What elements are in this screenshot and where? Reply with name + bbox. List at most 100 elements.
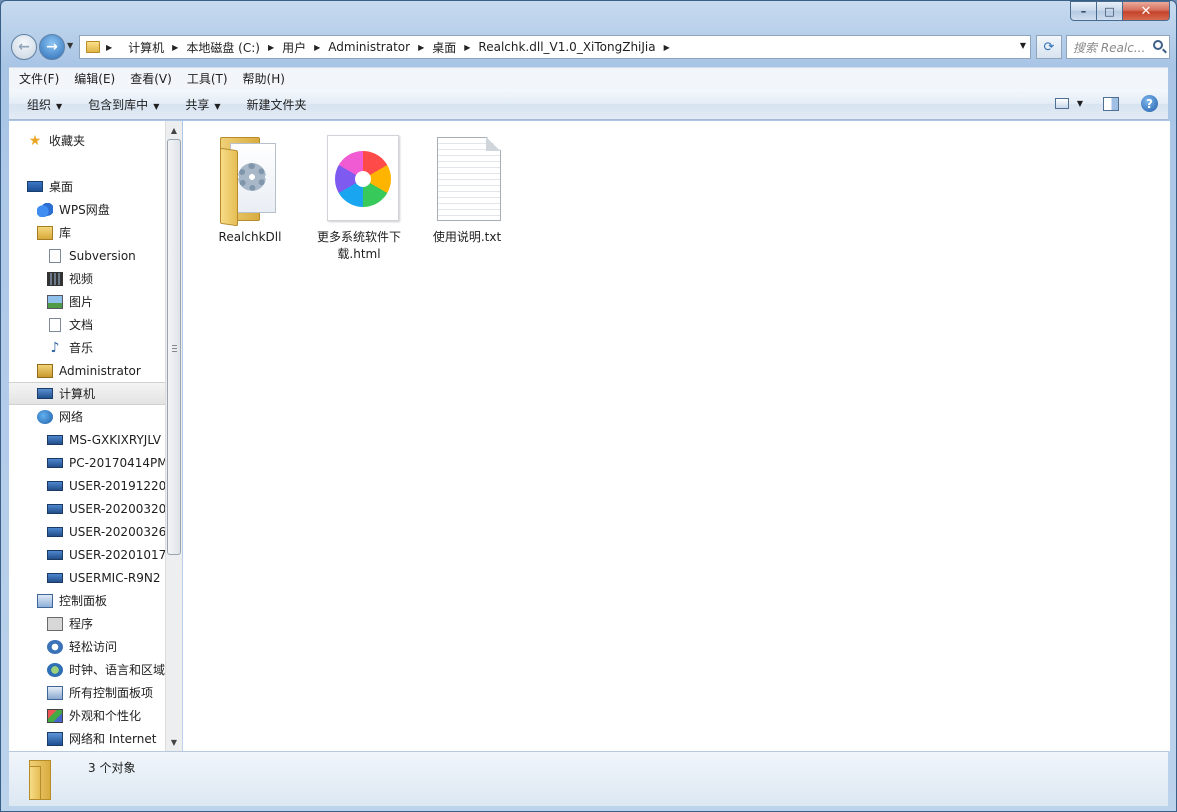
nav-wps-drive[interactable]: WPS网盘: [37, 198, 110, 221]
nav-scrollbar[interactable]: ▲ ▼: [165, 121, 182, 751]
dropdown-arrow-icon: ▼: [214, 101, 221, 111]
toolbar-right-controls: ▼ ?: [1054, 95, 1158, 112]
file-name: RealchkDll: [218, 230, 282, 244]
computer-icon: [47, 434, 63, 445]
nav-network[interactable]: 网络: [37, 405, 83, 428]
nav-label: 控制面板: [59, 594, 108, 608]
scroll-up-arrow-icon[interactable]: ▲: [166, 122, 182, 138]
nav-network-internet[interactable]: 网络和 Internet: [47, 727, 156, 750]
nav-video[interactable]: 视频: [47, 267, 93, 290]
help-icon[interactable]: ?: [1141, 95, 1158, 112]
minimize-button[interactable]: –: [1070, 1, 1097, 21]
star-icon: ★: [28, 132, 42, 149]
scrollbar-thumb[interactable]: [167, 139, 181, 555]
computer-icon: [47, 526, 63, 537]
breadcrumb-users[interactable]: ▶ 用户: [268, 39, 306, 56]
control-panel-items-icon: [47, 685, 63, 700]
folder-icon: [27, 760, 61, 800]
menu-view[interactable]: 查看(V): [130, 70, 172, 87]
computer-icon: [47, 480, 63, 491]
breadcrumb-label: Administrator: [328, 40, 411, 54]
nav-favorites[interactable]: ★ 收藏夹: [27, 129, 85, 152]
breadcrumb-administrator[interactable]: ▶ Administrator: [314, 40, 410, 54]
share-button[interactable]: 共享 ▼: [185, 96, 220, 113]
scroll-down-arrow-icon[interactable]: ▼: [166, 734, 182, 750]
recent-pages-dropdown[interactable]: ▼: [67, 41, 73, 50]
chevron-right-icon: ▶: [314, 42, 321, 52]
breadcrumb-label: Realchk.dll_V1.0_XiTongZhiJia: [478, 40, 656, 54]
nav-network-pc[interactable]: MS-GXKIXRYJLV: [47, 428, 161, 451]
preview-pane-icon[interactable]: [1103, 96, 1119, 111]
folder-front-shape: [29, 766, 41, 800]
document-icon: [49, 317, 61, 332]
search-input[interactable]: 搜索 Realc...: [1066, 35, 1170, 59]
nav-appearance[interactable]: 外观和个性化: [47, 704, 141, 727]
nav-network-pc[interactable]: USER-20200320: [47, 497, 165, 520]
maximize-button[interactable]: □: [1097, 1, 1123, 21]
refresh-button[interactable]: ⟳: [1036, 35, 1062, 59]
breadcrumb-current-folder[interactable]: ▶ Realchk.dll_V1.0_XiTongZhiJia: [464, 40, 655, 54]
nav-programs[interactable]: 程序: [47, 612, 93, 635]
nav-network-pc[interactable]: PC-20170414PM: [47, 451, 165, 474]
network-internet-icon: [47, 731, 63, 746]
chevron-right-icon: ▶: [663, 42, 670, 52]
nav-documents[interactable]: 文档: [47, 313, 93, 336]
nav-label: USER-20191220I: [69, 478, 165, 493]
breadcrumb-desktop[interactable]: ▶ 桌面: [418, 39, 456, 56]
file-name: 使用说明.txt: [432, 230, 502, 244]
breadcrumb-root-arrow[interactable]: ▶: [106, 43, 120, 52]
include-in-library-button[interactable]: 包含到库中 ▼: [88, 96, 159, 113]
nav-label: Subversion: [69, 248, 136, 263]
nav-network-pc[interactable]: USERMIC-R9N2: [47, 566, 161, 589]
nav-control-panel[interactable]: 控制面板: [37, 589, 107, 612]
computer-icon: [47, 503, 63, 514]
organize-button[interactable]: 组织 ▼: [27, 96, 62, 113]
nav-music[interactable]: ♪ 音乐: [47, 336, 93, 359]
nav-administrator[interactable]: Administrator: [37, 359, 141, 382]
nav-subversion[interactable]: Subversion: [47, 244, 136, 267]
nav-network-pc[interactable]: USER-20200326: [47, 520, 165, 543]
file-item-html[interactable]: 更多系统软件下载.html: [311, 129, 407, 263]
nav-label: 轻松访问: [69, 640, 118, 654]
search-icon[interactable]: [1153, 40, 1163, 50]
nav-label: 图片: [69, 295, 94, 309]
command-bar: 组织 ▼ 包含到库中 ▼ 共享 ▼ 新建文件夹 ▼ ?: [9, 89, 1168, 120]
menu-edit[interactable]: 编辑(E): [74, 70, 115, 87]
address-bar[interactable]: ▶ 计算机 ▶ 本地磁盘 (C:) ▶ 用户 ▶ Administrator ▶ 桌面 …: [79, 35, 1031, 59]
nav-clock-language-region[interactable]: 时钟、语言和区域: [47, 658, 165, 681]
view-options-dropdown[interactable]: ▼: [1077, 99, 1083, 108]
nav-libraries[interactable]: 库: [37, 221, 71, 244]
computer-icon: [47, 572, 63, 583]
breadcrumb-computer[interactable]: 计算机: [128, 39, 164, 56]
address-row: ← → ▼ ▶ 计算机 ▶ 本地磁盘 (C:) ▶ 用户 ▶ Administrato…: [9, 33, 1170, 61]
back-button[interactable]: ←: [11, 34, 37, 60]
nav-ease-of-access[interactable]: 轻松访问: [47, 635, 117, 658]
nav-desktop[interactable]: 桌面: [27, 175, 73, 198]
menu-help[interactable]: 帮助(H): [243, 70, 285, 87]
menu-tools[interactable]: 工具(T): [187, 70, 228, 87]
menu-file[interactable]: 文件(F): [19, 70, 59, 87]
file-item-txt[interactable]: 使用说明.txt: [419, 129, 515, 246]
nav-computer[interactable]: 计算机: [9, 382, 165, 405]
breadcrumb-c-drive[interactable]: ▶ 本地磁盘 (C:): [172, 39, 260, 56]
nav-all-control-panel-items[interactable]: 所有控制面板项: [47, 681, 153, 704]
breadcrumb-children-arrow[interactable]: ▶: [664, 43, 678, 52]
computer-icon: [47, 549, 63, 560]
nav-label: 桌面: [49, 180, 74, 194]
page-fold-shape: [486, 137, 501, 151]
file-item-folder[interactable]: RealchkDll: [202, 129, 298, 246]
address-history-dropdown[interactable]: ▼: [1020, 41, 1026, 50]
nav-label: USER-20200320: [69, 501, 165, 516]
nav-network-pc[interactable]: USER-20191220I: [47, 474, 165, 497]
close-button[interactable]: ✕: [1123, 1, 1170, 21]
nav-network-pc[interactable]: USER-20201017I: [47, 543, 165, 566]
nav-pictures[interactable]: 图片: [47, 290, 93, 313]
forward-button[interactable]: →: [39, 34, 65, 60]
nav-label: 外观和个性化: [69, 709, 142, 723]
desktop-icon: [27, 181, 43, 192]
new-folder-label: 新建文件夹: [246, 97, 307, 112]
menu-bar: 文件(F) 编辑(E) 查看(V) 工具(T) 帮助(H): [9, 67, 1168, 89]
change-view-icon[interactable]: [1054, 98, 1069, 109]
new-folder-button[interactable]: 新建文件夹: [247, 96, 307, 113]
dropdown-arrow-icon: ▼: [56, 101, 63, 111]
